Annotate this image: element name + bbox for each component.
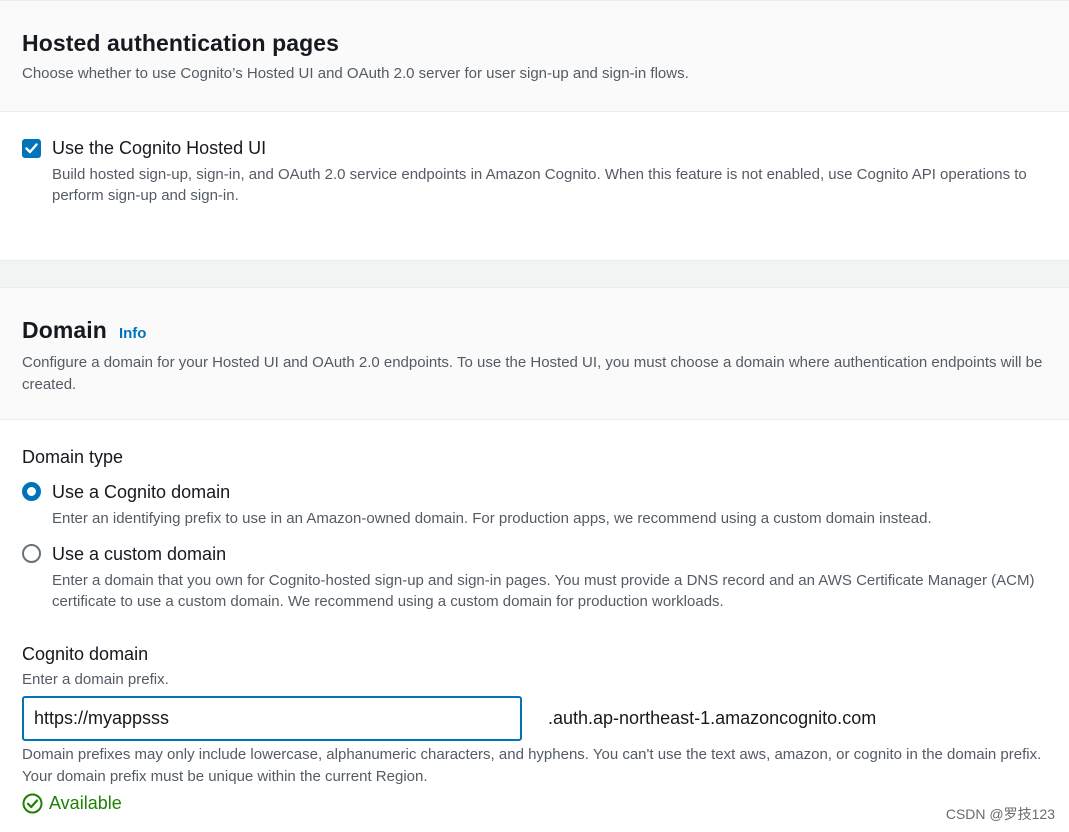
hosted-auth-description: Choose whether to use Cognito’s Hosted U… [22,65,689,82]
info-link[interactable]: Info [119,325,147,342]
check-icon [25,143,38,154]
domain-constraint-text: Domain prefixes may only include lowerca… [22,746,1042,785]
check-circle-icon [22,793,43,813]
hosted-ui-checkbox[interactable] [22,139,41,158]
radio-custom-domain-label[interactable]: Use a custom domain [52,542,226,566]
watermark: CSDN @罗技123 [945,806,1055,822]
availability-text: Available [49,793,122,813]
radio-custom-domain-control[interactable] [22,544,41,563]
cognito-domain-label: Cognito domain [22,644,149,664]
domain-suffix: .auth.ap-northeast-1.amazoncognito.com [548,708,877,728]
cognito-domain-hint: Enter a domain prefix. [22,671,169,688]
radio-custom-domain-description: Enter a domain that you own for Cognito-… [52,572,1035,610]
radio-cognito-domain-label[interactable]: Use a Cognito domain [52,480,230,504]
domain-prefix-input[interactable] [22,696,522,741]
domain-type-label: Domain type [22,447,124,467]
radio-cognito-domain-control[interactable] [22,482,41,501]
hosted-auth-title: Hosted authentication pages [22,30,340,56]
domain-panel: Domain Info Configure a domain for your … [0,287,1069,832]
domain-header: Domain Info Configure a domain for your … [0,288,1069,420]
hosted-ui-description: Build hosted sign-up, sign-in, and OAuth… [52,166,1027,204]
hosted-auth-panel: Hosted authentication pages Choose wheth… [0,0,1069,261]
hosted-auth-header: Hosted authentication pages Choose wheth… [0,1,1069,112]
domain-title: Domain [22,317,107,343]
domain-description: Configure a domain for your Hosted UI an… [22,354,1043,393]
radio-cognito-domain-description: Enter an identifying prefix to use in an… [52,510,932,527]
hosted-ui-label[interactable]: Use the Cognito Hosted UI [52,136,266,160]
availability-status: Available [22,791,122,815]
